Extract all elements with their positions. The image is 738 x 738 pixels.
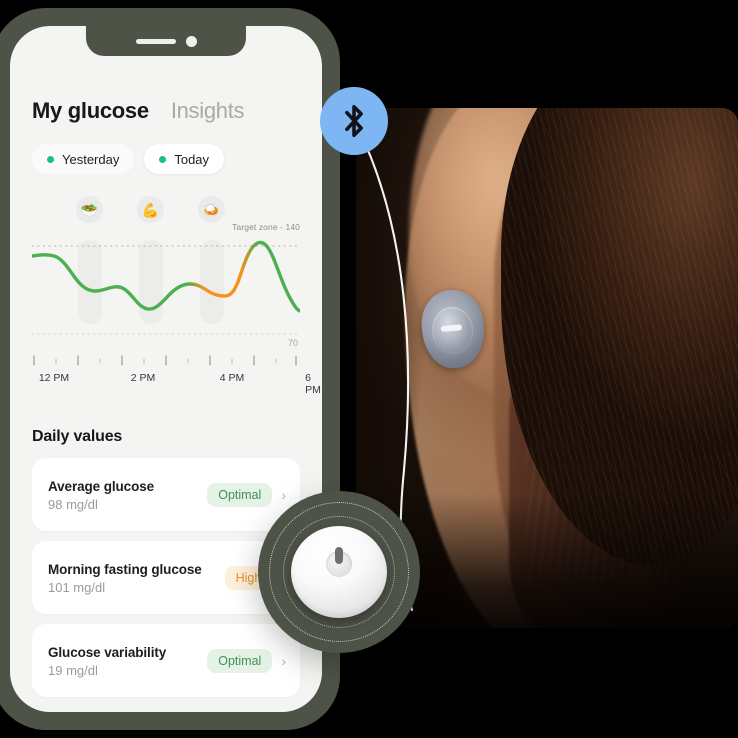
day-filter-group: Yesterday Today [32,144,300,174]
target-zone-label: Target zone - 140 [232,222,300,232]
sensor-magnifier [258,491,420,653]
low-threshold-label: 70 [287,338,298,348]
tab-my-glucose[interactable]: My glucose [32,98,149,124]
row-text-group: Glucose variability 19 mg/dl [48,645,166,678]
x-axis-labels: 12 PM 2 PM 4 PM 6 PM [32,372,321,396]
pill-today-label: Today [174,151,210,167]
x-axis-ticks [33,355,297,366]
phone-notch [86,26,246,56]
cgm-sensor-puck [291,526,387,618]
pill-yesterday[interactable]: Yesterday [32,144,135,174]
x-tick-label: 6 PM [305,372,321,396]
front-camera [185,35,197,47]
status-dot-icon [159,155,167,163]
status-badge: Optimal [207,483,273,507]
row-value: 19 mg/dl [48,662,98,678]
earpiece-speaker [135,38,176,44]
row-text-group: Morning fasting glucose 101 mg/dl [48,562,202,595]
bluetooth-badge[interactable] [320,87,388,155]
row-title: Morning fasting glucose [48,561,202,577]
row-value: 101 mg/dl [48,579,106,595]
chevron-right-icon[interactable]: › [281,487,286,503]
chevron-right-icon[interactable]: › [281,653,286,669]
table-row[interactable]: Glucose variability 19 mg/dl Optimal › [32,624,300,697]
pill-yesterday-label: Yesterday [62,151,120,167]
scene: My glucose Insights Yesterday Today 🥗 💪 … [0,0,738,738]
bicep-emoji-icon[interactable]: 💪 [137,196,164,223]
tab-bar: My glucose Insights [32,98,300,124]
row-status-group: Optimal › [207,483,286,507]
row-status-group: Optimal › [207,649,286,673]
bluetooth-icon [345,104,363,138]
x-tick-label: 2 PM [130,372,156,384]
glucose-line-plot [32,240,300,335]
x-tick-label: 12 PM [38,372,70,384]
status-badge: Optimal [207,649,273,673]
page-title: Daily values [32,428,123,445]
glucose-chart[interactable]: 🥗 💪 🍛 Target zone - 140 70 12 PM 2 PM 4 … [32,196,321,404]
x-tick-label: 4 PM [219,372,245,384]
status-dot-icon [47,155,54,163]
pill-today[interactable]: Today [144,144,225,174]
tab-insights[interactable]: Insights [171,98,245,124]
salad-emoji-icon[interactable]: 🥗 [76,196,103,223]
row-text-group: Average glucose 98 mg/dl [48,479,154,512]
table-row[interactable]: Average glucose 98 mg/dl Optimal › [32,458,300,531]
row-title: Average glucose [48,478,155,494]
row-title: Glucose variability [48,644,167,660]
sensor-slot-icon [335,546,343,564]
meal-emoji-icon[interactable]: 🍛 [198,196,225,223]
row-value: 98 mg/dl [48,496,98,512]
